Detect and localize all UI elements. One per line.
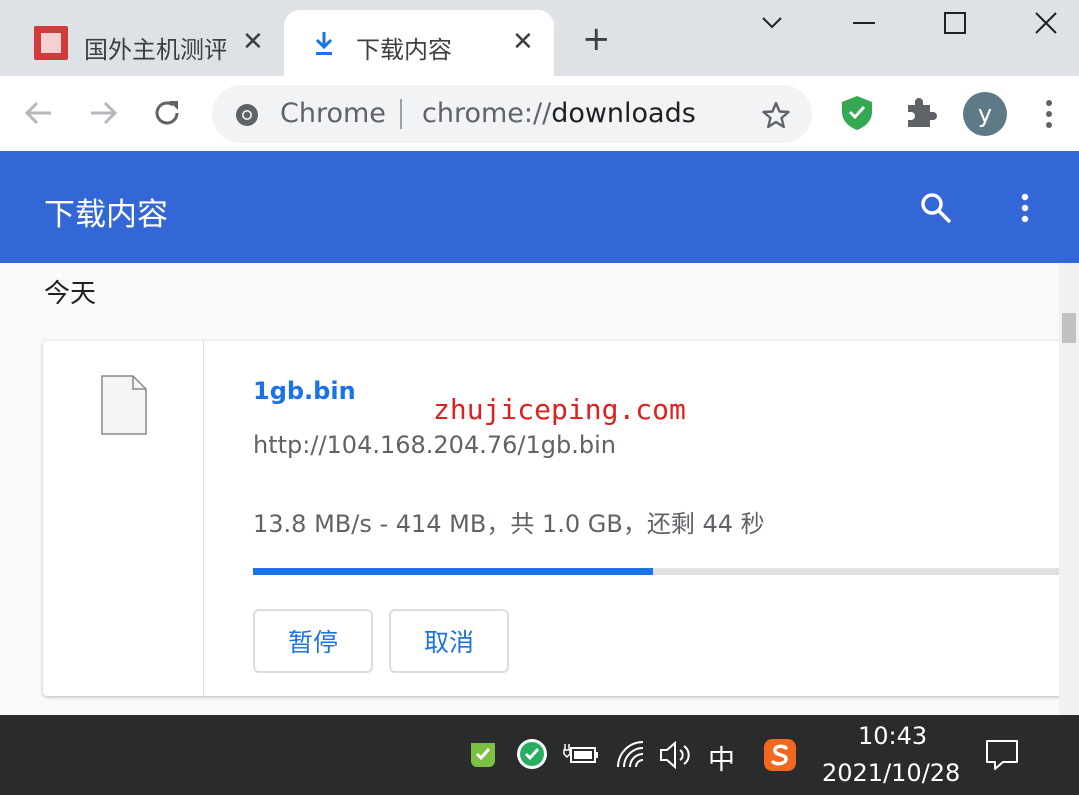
address-bar[interactable]: Chrome chrome://downloads <box>212 85 812 143</box>
cancel-button[interactable]: 取消 <box>389 609 509 673</box>
reload-icon[interactable] <box>149 95 185 131</box>
tab-strip: 国外主机测评 ✕ 下载内容 ✕ + <box>0 0 1079 76</box>
forward-arrow-icon[interactable] <box>85 95 121 131</box>
minimize-window-button[interactable] <box>844 8 884 38</box>
download-status: 13.8 MB/s - 414 MB，共 1.0 GB，还剩 44 秒 <box>253 510 765 538</box>
windows-taskbar: 中 10:43 2021/10/28 <box>0 715 1079 795</box>
clock-date[interactable]: 2021/10/28 <box>822 759 960 787</box>
close-tab-icon[interactable]: ✕ <box>512 29 534 55</box>
tab-downloads[interactable]: 下载内容 ✕ <box>284 10 554 76</box>
omnibox-divider <box>400 99 402 129</box>
minimize-chevron-icon[interactable] <box>752 8 792 38</box>
date-heading: 今天 <box>44 279 97 309</box>
scrollbar[interactable] <box>1059 263 1079 715</box>
site-favicon-icon <box>34 26 68 60</box>
watermark-text: zhujiceping.com <box>433 393 686 426</box>
sogou-input-icon[interactable] <box>762 737 798 773</box>
security-app-tray-icon[interactable] <box>466 737 500 771</box>
close-tab-icon[interactable]: ✕ <box>242 29 264 55</box>
file-name-link[interactable]: 1gb.bin <box>253 377 356 405</box>
url-text: chrome://downloads <box>422 98 696 129</box>
scrollbar-thumb[interactable] <box>1062 313 1076 343</box>
menu-kebab-icon[interactable] <box>1039 98 1059 130</box>
new-tab-button[interactable]: + <box>582 22 611 56</box>
clock-time[interactable]: 10:43 <box>858 722 927 750</box>
back-arrow-icon[interactable] <box>21 95 57 131</box>
browser-toolbar: Chrome chrome://downloads y <box>0 76 1079 151</box>
input-method-indicator[interactable]: 中 <box>708 738 735 777</box>
page-title: 下载内容 <box>44 197 168 233</box>
search-icon[interactable] <box>919 191 953 225</box>
close-window-button[interactable] <box>1026 8 1066 38</box>
tab-title: 国外主机测评 <box>84 36 226 64</box>
downloads-list: 今天 1gb.bin http://104.168.204.76/1gb.bin… <box>0 263 1079 715</box>
downloads-header: 下载内容 <box>0 151 1079 263</box>
maximize-window-button[interactable] <box>935 8 975 38</box>
security-shield-icon[interactable] <box>839 94 875 132</box>
file-url-link[interactable]: http://104.168.204.76/1gb.bin <box>253 431 616 459</box>
pause-button[interactable]: 暂停 <box>253 609 373 673</box>
wifi-icon[interactable] <box>615 739 647 771</box>
download-icon <box>315 32 333 55</box>
volume-icon[interactable] <box>659 739 693 771</box>
progress-fill <box>253 568 653 575</box>
site-label: Chrome <box>280 98 386 129</box>
profile-avatar[interactable]: y <box>963 92 1007 136</box>
card-divider <box>203 341 204 696</box>
chrome-logo-icon <box>236 104 258 126</box>
extensions-puzzle-icon[interactable] <box>903 96 937 130</box>
check-circle-tray-icon[interactable] <box>515 737 549 771</box>
file-icon <box>101 375 147 435</box>
bookmark-star-icon[interactable] <box>761 100 791 130</box>
tab-zhujiceping[interactable]: 国外主机测评 ✕ <box>0 10 280 76</box>
tab-title: 下载内容 <box>356 36 452 64</box>
download-progress-bar <box>253 568 1079 575</box>
notification-center-icon[interactable] <box>985 738 1019 772</box>
more-options-icon[interactable] <box>1015 191 1035 225</box>
battery-charging-icon[interactable] <box>563 740 599 768</box>
